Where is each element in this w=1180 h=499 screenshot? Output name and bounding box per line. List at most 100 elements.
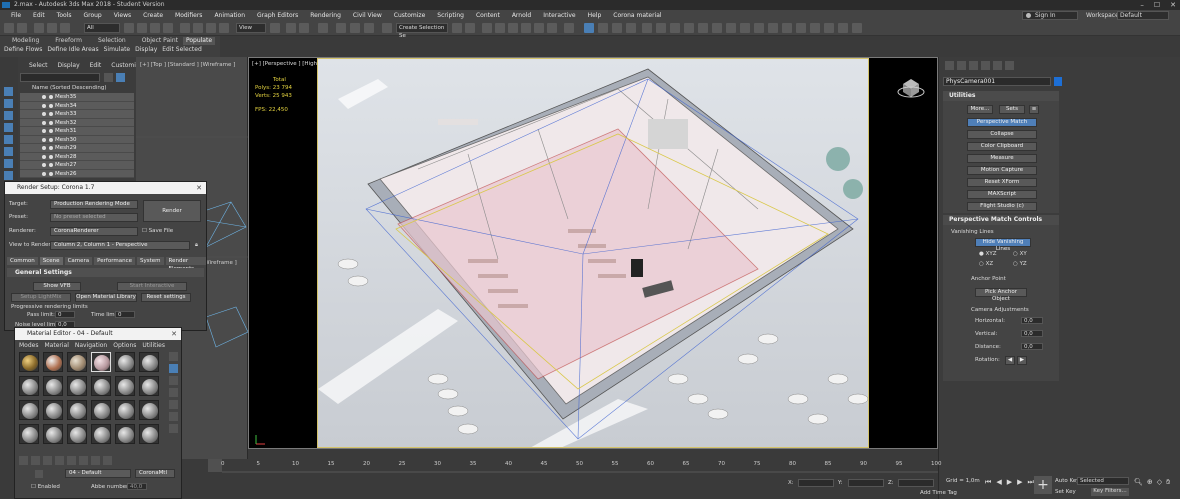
z-coord-field[interactable] xyxy=(898,479,934,487)
schematic-view-icon[interactable] xyxy=(534,23,544,33)
render-icon[interactable] xyxy=(49,171,53,176)
background-icon[interactable] xyxy=(169,376,178,385)
render-icon[interactable] xyxy=(49,154,53,159)
align-icon[interactable] xyxy=(465,23,475,33)
material-slot[interactable] xyxy=(115,352,135,372)
material-slot-selected[interactable] xyxy=(91,352,111,372)
menu-help[interactable]: Help xyxy=(582,12,608,19)
radio-xyz[interactable]: ● XYZ xyxy=(979,251,996,257)
maxscript-listener-icon[interactable] xyxy=(212,480,220,488)
configure-sets-icon[interactable]: ≡ xyxy=(1029,105,1039,114)
edit-named-selection-icon[interactable] xyxy=(382,23,392,33)
menu-views[interactable]: Views xyxy=(108,12,137,19)
pass-limit-spinner[interactable]: 0 xyxy=(55,311,75,318)
radio-xz[interactable]: ○ XZ xyxy=(979,261,993,267)
show-map-icon[interactable] xyxy=(103,456,112,465)
material-slot[interactable] xyxy=(43,424,63,444)
snaps-toggle-icon[interactable] xyxy=(318,23,328,33)
general-settings-header[interactable]: General Settings xyxy=(7,268,204,277)
populate-tab[interactable]: Populate xyxy=(183,37,215,45)
material-slot[interactable] xyxy=(43,352,63,372)
set-key-plus-icon[interactable]: + xyxy=(1034,476,1052,494)
toggle-scene-explorer-icon[interactable] xyxy=(482,23,492,33)
material-slot[interactable] xyxy=(139,424,159,444)
motion-capture-button[interactable]: Motion Capture xyxy=(967,166,1037,175)
se-tab-select[interactable]: Select xyxy=(24,62,53,69)
corona-vfb-icon[interactable] xyxy=(670,23,680,33)
eye-icon[interactable] xyxy=(42,95,46,99)
material-slot[interactable] xyxy=(67,376,87,396)
funnel-icon[interactable] xyxy=(116,73,125,82)
menu-customize[interactable]: Customize xyxy=(388,12,432,19)
rotate-left-icon[interactable]: ◀ xyxy=(1005,356,1015,365)
start-interactive-button[interactable]: Start Interactive xyxy=(117,282,187,291)
bind-space-warp-icon[interactable] xyxy=(60,23,70,33)
menu-civil-view[interactable]: Civil View xyxy=(347,12,388,19)
toggle-ribbon-icon[interactable] xyxy=(508,23,518,33)
table-row[interactable]: Mesh28 xyxy=(20,152,134,161)
corona-volume-icon[interactable] xyxy=(810,23,820,33)
eye-icon[interactable] xyxy=(42,171,46,176)
close-icon[interactable]: ✕ xyxy=(171,328,177,340)
radio-xy[interactable]: ○ XY xyxy=(1013,251,1027,257)
play-icon[interactable]: ▶ xyxy=(1007,478,1012,487)
a360-gallery-icon[interactable] xyxy=(626,23,636,33)
corona-scatter-icon[interactable] xyxy=(768,23,778,33)
hierarchy-tab-icon[interactable] xyxy=(969,61,978,70)
assign-to-selection-icon[interactable] xyxy=(43,456,52,465)
se-column-header[interactable]: Name (Sorted Descending) xyxy=(20,85,134,92)
modify-tab-icon[interactable] xyxy=(957,61,966,70)
se-tab-display[interactable]: Display xyxy=(53,62,85,69)
tab-render-elements[interactable]: Render Elements xyxy=(165,257,206,272)
menu-navigation[interactable]: Navigation xyxy=(75,342,107,349)
create-tab-icon[interactable] xyxy=(945,61,954,70)
table-row[interactable]: Mesh30 xyxy=(20,135,134,144)
add-time-tag-button[interactable]: Add Time Tag xyxy=(920,490,957,496)
render-icon[interactable] xyxy=(49,163,53,167)
zoom-all-icon[interactable]: ⊕ xyxy=(1147,478,1153,487)
ribbon-tab-selection[interactable]: Selection xyxy=(90,37,134,44)
toggle-layer-explorer-icon[interactable] xyxy=(495,23,505,33)
link-icon[interactable] xyxy=(34,23,44,33)
menu-graph-editors[interactable]: Graph Editors xyxy=(251,12,304,19)
simulate-button[interactable]: Simulate xyxy=(104,46,131,53)
sign-in-button[interactable]: Sign In xyxy=(1022,11,1078,20)
collapse-button[interactable]: Collapse xyxy=(967,130,1037,139)
pick-anchor-object-button[interactable]: Pick Anchor Object xyxy=(975,288,1027,302)
horizontal-spinner[interactable]: 0,0 xyxy=(1021,317,1043,324)
table-row[interactable]: Mesh29 xyxy=(20,144,134,153)
rollout-title[interactable]: Perspective Match Controls xyxy=(943,215,1059,225)
motion-tab-icon[interactable] xyxy=(981,61,990,70)
corona-converter-icon[interactable] xyxy=(698,23,708,33)
se-search-input[interactable] xyxy=(20,73,100,82)
menu-create[interactable]: Create xyxy=(137,12,169,19)
menu-tools[interactable]: Tools xyxy=(51,12,78,19)
object-name-field[interactable]: PhysCamera001 xyxy=(943,77,1051,86)
time-limit-spinner[interactable]: 0 xyxy=(115,311,135,318)
dialog-title-bar[interactable]: Material Editor - 04 - Default ✕ xyxy=(15,328,181,340)
target-select[interactable]: Production Rendering Mode xyxy=(50,200,138,209)
tab-system[interactable]: System xyxy=(137,257,164,265)
corona-interactive-icon[interactable] xyxy=(656,23,666,33)
move-icon[interactable] xyxy=(180,23,190,33)
backlight-icon[interactable] xyxy=(169,364,178,373)
render-icon[interactable] xyxy=(49,137,53,142)
reset-settings-button[interactable]: Reset settings xyxy=(141,293,191,302)
viewcube-icon[interactable] xyxy=(895,72,925,102)
menu-animation[interactable]: Animation xyxy=(208,12,251,19)
menu-content[interactable]: Content xyxy=(470,12,506,19)
show-vfb-button[interactable]: Show VFB xyxy=(33,282,81,291)
place-icon[interactable] xyxy=(219,23,229,33)
corona-camera-icon[interactable] xyxy=(754,23,764,33)
ribbon-tab-modeling[interactable]: Modeling xyxy=(4,37,47,44)
color-clipboard-button[interactable]: Color Clipboard xyxy=(967,142,1037,151)
material-slot[interactable] xyxy=(115,376,135,396)
angle-snap-icon[interactable] xyxy=(336,23,346,33)
material-slot[interactable] xyxy=(91,376,111,396)
corona-render-icon[interactable] xyxy=(642,23,652,33)
define-idle-areas-button[interactable]: Define Idle Areas xyxy=(47,46,98,53)
named-selection-set-select[interactable]: Create Selection Se xyxy=(396,23,448,39)
display-tab-icon[interactable] xyxy=(993,61,1002,70)
vertical-spinner[interactable]: 0,0 xyxy=(1021,330,1043,337)
workspace-select[interactable]: Default xyxy=(1117,11,1169,20)
